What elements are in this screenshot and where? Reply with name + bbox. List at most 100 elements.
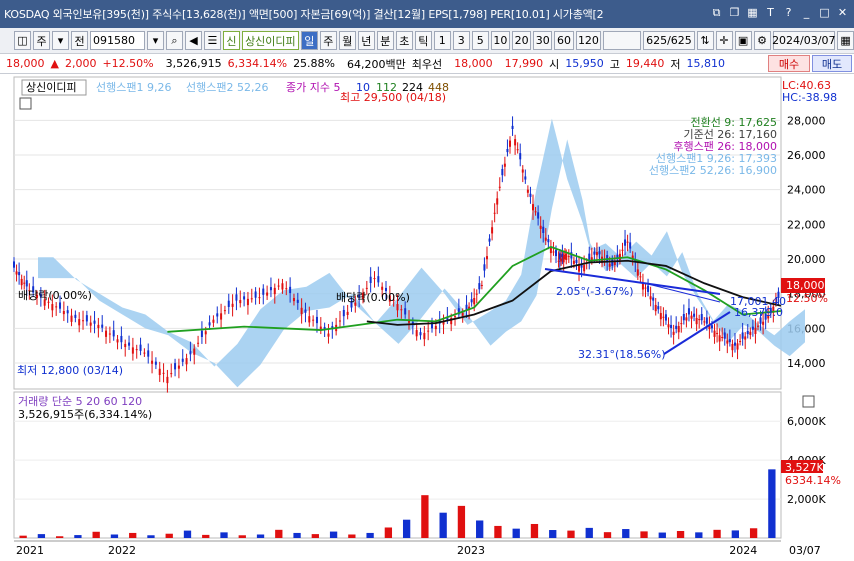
volume-bar xyxy=(202,534,210,538)
candle-body xyxy=(415,330,418,337)
num-20[interactable]: 20 xyxy=(511,31,532,50)
crosshair-icon[interactable]: ✛ xyxy=(715,31,733,50)
candle-body xyxy=(664,314,667,321)
credit-badge: 신 xyxy=(222,31,240,50)
interval-second[interactable]: 초 xyxy=(395,31,413,50)
candle-body xyxy=(626,241,629,243)
interval-minute[interactable]: 분 xyxy=(376,31,394,50)
mode-button[interactable]: 전 xyxy=(71,31,88,50)
candle-body xyxy=(713,330,716,337)
volume-bar xyxy=(366,532,374,538)
period-select[interactable]: 주 xyxy=(33,31,50,50)
interval-month[interactable]: 월 xyxy=(338,31,356,50)
chart-tool-icon[interactable]: ⇅ xyxy=(696,31,714,50)
candle-body xyxy=(74,314,77,318)
volume-bar xyxy=(384,527,393,538)
price-chart[interactable]: 상신이디피 선행스팬1 9,26 선행스팬2 52,26 종가 지수 5 10 … xyxy=(0,74,854,561)
candle-body xyxy=(89,322,92,326)
candle-body xyxy=(478,283,481,290)
candle-body xyxy=(258,297,261,299)
price-change-pct: +12.50% xyxy=(102,57,154,70)
candle-body xyxy=(197,342,200,344)
help-icon[interactable]: ? xyxy=(781,5,796,20)
candle-body xyxy=(231,303,234,307)
copy-icon[interactable]: ❐ xyxy=(727,5,742,20)
volume-bar xyxy=(110,534,119,538)
menu-icon[interactable]: ☰ xyxy=(203,31,221,50)
price-badge-value: 18,000 xyxy=(786,279,825,292)
candle-body xyxy=(154,361,157,365)
sell-button[interactable]: 매도 xyxy=(812,55,852,72)
title-bar: KOSDAQ 외국인보유[395(천)] 주식수[13,628(천)] 액면[5… xyxy=(0,0,854,28)
candle-body xyxy=(547,239,550,243)
candle-body xyxy=(66,310,69,314)
grid-icon[interactable]: ▦ xyxy=(745,5,760,20)
volume-bar xyxy=(731,530,739,538)
num-120[interactable]: 120 xyxy=(575,31,602,50)
candle-body xyxy=(18,272,21,276)
interval-year[interactable]: 년 xyxy=(357,31,375,50)
maximize-icon[interactable]: □ xyxy=(817,5,832,20)
volume-bar xyxy=(402,519,411,538)
custom-interval-input[interactable] xyxy=(603,31,642,50)
x-tick-label: 2024 xyxy=(729,544,757,557)
candle-body xyxy=(369,276,372,283)
count-field[interactable]: 625/625 xyxy=(643,31,695,50)
interval-day[interactable]: 일 xyxy=(300,31,318,50)
volume-bar xyxy=(19,535,27,538)
buy-button[interactable]: 매수 xyxy=(768,55,810,72)
layout-icon[interactable]: ◫ xyxy=(14,31,31,50)
candle-body xyxy=(529,193,532,197)
stock-code-input[interactable]: 091580 xyxy=(90,31,145,50)
up-arrow-icon: ▲ xyxy=(50,57,59,70)
volume-bar xyxy=(129,532,137,538)
candle-body xyxy=(296,299,299,303)
candle-body xyxy=(250,298,253,300)
candle-body xyxy=(639,276,642,278)
candle-body xyxy=(269,287,272,291)
candle-body xyxy=(718,335,721,342)
volume-amount: 3,526,915주(6,334.14%) xyxy=(18,408,152,421)
code-dropdown-icon[interactable]: ▾ xyxy=(146,31,164,50)
interval-tick[interactable]: 틱 xyxy=(414,31,432,50)
candle-body xyxy=(193,348,196,355)
interval-week[interactable]: 주 xyxy=(319,31,337,50)
save-icon[interactable]: ▣ xyxy=(734,31,752,50)
candle-body xyxy=(124,343,127,348)
volume-bar xyxy=(603,532,612,538)
num-3[interactable]: 3 xyxy=(452,31,470,50)
chevron-down-icon[interactable]: ▾ xyxy=(52,31,69,50)
minimize-icon[interactable]: _ xyxy=(799,5,814,20)
candle-body xyxy=(185,358,188,365)
candle-body xyxy=(723,332,726,339)
candle-body xyxy=(511,125,514,129)
candle-body xyxy=(744,336,747,340)
current-price: 18,000 xyxy=(6,57,45,70)
sound-icon[interactable]: ◀ xyxy=(184,31,202,50)
settings-icon[interactable]: ⚙ xyxy=(753,31,771,50)
candle-body xyxy=(552,251,555,253)
text-icon[interactable]: T xyxy=(763,5,778,20)
candle-body xyxy=(575,259,578,264)
bid-price: 17,990 xyxy=(504,57,544,70)
candle-body xyxy=(493,212,496,214)
close-icon[interactable]: ✕ xyxy=(835,5,850,20)
volume-badge-pct: 6334.14% xyxy=(785,474,841,487)
num-1[interactable]: 1 xyxy=(433,31,451,50)
candle-body xyxy=(624,239,627,246)
restore-icon[interactable]: ⧉ xyxy=(709,5,724,20)
num-5[interactable]: 5 xyxy=(471,31,489,50)
calendar-icon[interactable]: ▦ xyxy=(837,31,854,50)
candle-body xyxy=(365,287,368,289)
search-icon[interactable]: ⌕ xyxy=(165,31,183,50)
num-10[interactable]: 10 xyxy=(490,31,510,50)
num-60[interactable]: 60 xyxy=(554,31,574,50)
candle-body xyxy=(670,324,673,329)
volume-bar xyxy=(165,533,173,538)
date-input[interactable]: 2024/03/07 xyxy=(772,31,835,50)
num-30[interactable]: 30 xyxy=(533,31,553,50)
table-icon[interactable] xyxy=(19,97,32,110)
volume-bar xyxy=(37,534,46,538)
candle-body xyxy=(657,306,660,310)
zoom-icon[interactable] xyxy=(802,395,815,408)
